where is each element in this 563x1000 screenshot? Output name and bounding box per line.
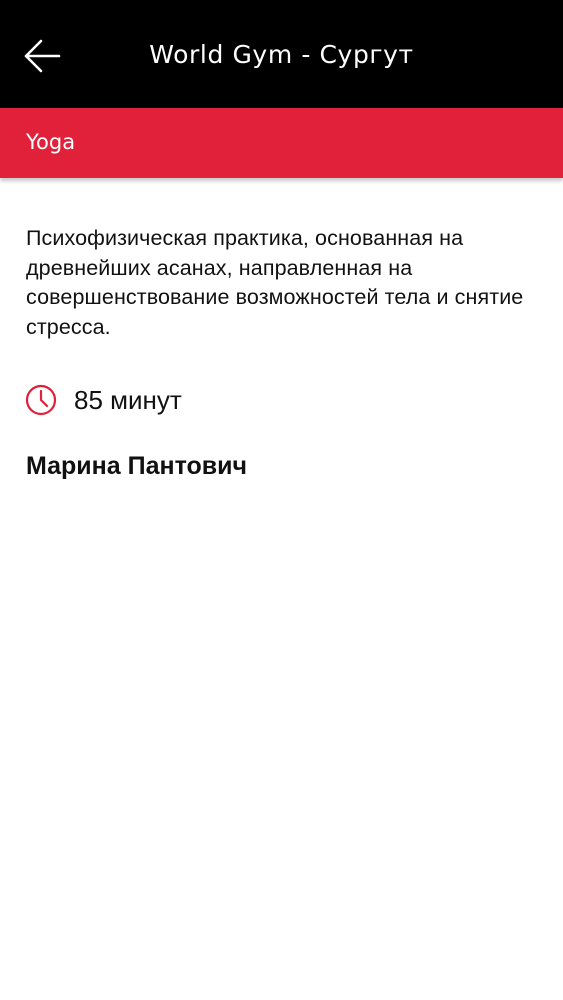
class-details: Психофизическая практика, основанная на … bbox=[0, 178, 563, 481]
header-bar: World Gym - Сургут bbox=[0, 0, 563, 108]
category-bar: Yoga bbox=[0, 108, 563, 178]
duration-text: 85 минут bbox=[74, 384, 182, 415]
duration-row: 85 минут bbox=[25, 384, 537, 416]
category-label: Yoga bbox=[26, 130, 76, 154]
app-screen: World Gym - Сургут Yoga Психофизическая … bbox=[0, 0, 563, 1000]
class-description: Психофизическая практика, основанная на … bbox=[26, 226, 524, 339]
trainer-name: Марина Пантович bbox=[26, 452, 248, 480]
page-title: World Gym - Сургут bbox=[149, 40, 414, 69]
clock-icon bbox=[25, 384, 57, 416]
